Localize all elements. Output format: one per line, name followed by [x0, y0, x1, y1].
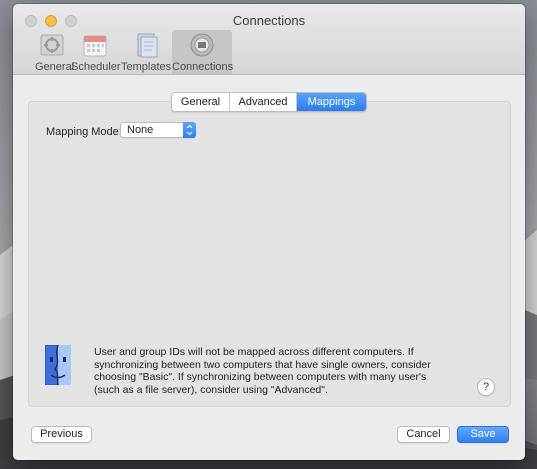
tab-general[interactable]: General — [172, 93, 230, 111]
toolbar-item-label: General — [35, 61, 75, 73]
toolbar-item-general[interactable]: General — [35, 30, 75, 74]
toolbar-item-label: Connections — [172, 61, 234, 73]
templates-icon — [137, 33, 158, 58]
connections-window: Connections General Scheduler Templates … — [13, 4, 525, 460]
tab-mappings[interactable]: Mappings — [297, 93, 366, 111]
toolbar-item-connections[interactable]: Connections — [172, 30, 234, 74]
mapping-mode-label: Mapping Mode: — [46, 126, 122, 138]
tab-bar: General Advanced Mappings — [171, 92, 367, 112]
connections-icon — [190, 33, 214, 57]
previous-button[interactable]: Previous — [31, 426, 92, 443]
titlebar: Connections General Scheduler Templates … — [13, 4, 525, 75]
mapping-mode-select[interactable]: None — [120, 122, 196, 138]
tab-advanced[interactable]: Advanced — [230, 93, 297, 111]
finder-icon — [45, 345, 71, 385]
general-icon — [40, 34, 64, 56]
toolbar-item-label: Scheduler — [71, 61, 121, 73]
window-title: Connections — [232, 13, 306, 28]
mapping-mode-value: None — [127, 124, 154, 136]
cancel-button[interactable]: Cancel — [397, 426, 450, 443]
toolbar-item-scheduler[interactable]: Scheduler — [71, 30, 121, 74]
help-button[interactable]: ? — [477, 378, 495, 396]
save-button[interactable]: Save — [457, 426, 509, 443]
select-stepper-icon — [183, 122, 196, 138]
toolbar-item-label: Templates — [121, 61, 172, 73]
mapping-info-text: User and group IDs will not be mapped ac… — [94, 346, 431, 396]
calendar-icon — [83, 35, 107, 57]
content-area: Mapping Mode: None User and group IDs wi… — [13, 75, 525, 460]
mappings-panel: Mapping Mode: None User and group IDs wi… — [28, 101, 511, 407]
toolbar-item-templates[interactable]: Templates — [121, 30, 171, 74]
